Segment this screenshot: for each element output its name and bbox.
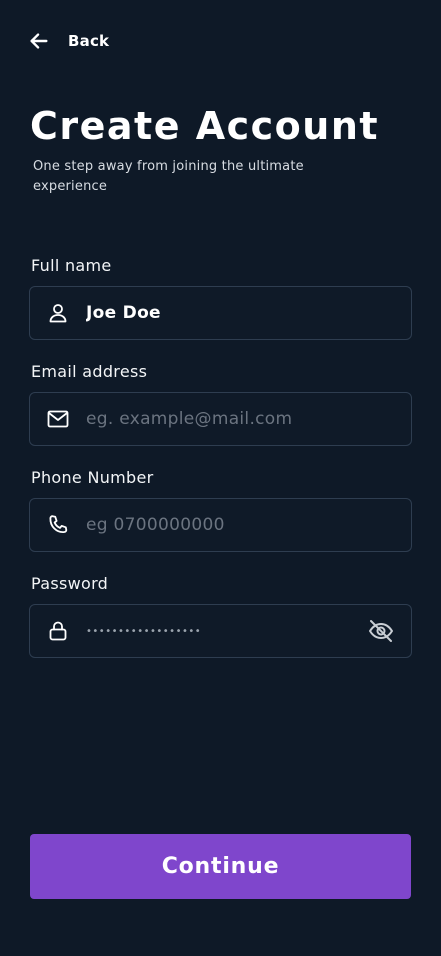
lock-icon (46, 619, 70, 643)
password-field[interactable] (29, 604, 412, 658)
phone-icon (46, 513, 70, 537)
phone-field[interactable] (29, 498, 412, 552)
email-input[interactable] (86, 393, 411, 445)
back-button[interactable]: Back (28, 30, 109, 52)
mail-icon (46, 407, 70, 431)
continue-button[interactable]: Continue (30, 834, 411, 899)
page-subtitle: One step away from joining the ultimate … (33, 159, 304, 194)
user-icon (46, 301, 70, 325)
full-name-field[interactable] (29, 286, 412, 340)
phone-label: Phone Number (31, 468, 154, 487)
password-label: Password (31, 574, 109, 593)
full-name-label: Full name (31, 256, 112, 275)
password-input[interactable] (86, 605, 367, 657)
full-name-input[interactable] (86, 287, 411, 339)
arrow-left-icon (30, 33, 48, 49)
email-field[interactable] (29, 392, 412, 446)
eye-off-icon[interactable] (367, 617, 395, 645)
back-label: Back (68, 32, 110, 50)
page-title: Create Account (30, 104, 380, 148)
phone-input[interactable] (86, 499, 411, 551)
email-label: Email address (31, 362, 148, 381)
